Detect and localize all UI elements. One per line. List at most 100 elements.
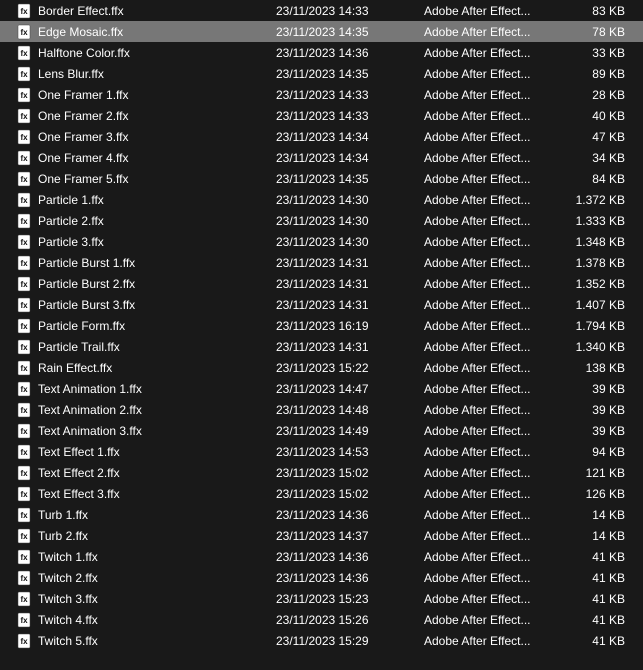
file-name: Text Effect 2.ffx (38, 466, 276, 480)
file-type: Adobe After Effect... (424, 4, 554, 18)
file-list[interactable]: fxBorder Effect.ffx23/11/2023 14:33Adobe… (0, 0, 643, 651)
file-name: Particle Burst 3.ffx (38, 298, 276, 312)
ffx-file-icon: fx (16, 465, 32, 481)
file-row[interactable]: fxEdge Mosaic.ffx23/11/2023 14:35Adobe A… (0, 21, 643, 42)
ffx-file-icon: fx (16, 66, 32, 82)
svg-text:fx: fx (20, 322, 28, 331)
file-size: 41 KB (554, 571, 625, 585)
svg-text:fx: fx (20, 406, 28, 415)
file-type: Adobe After Effect... (424, 592, 554, 606)
file-name: Particle 3.ffx (38, 235, 276, 249)
file-size: 39 KB (554, 382, 625, 396)
file-row[interactable]: fxBorder Effect.ffx23/11/2023 14:33Adobe… (0, 0, 643, 21)
file-size: 33 KB (554, 46, 625, 60)
file-type: Adobe After Effect... (424, 361, 554, 375)
ffx-file-icon: fx (16, 612, 32, 628)
file-size: 34 KB (554, 151, 625, 165)
file-name: One Framer 2.ffx (38, 109, 276, 123)
file-row[interactable]: fxParticle Trail.ffx23/11/2023 14:31Adob… (0, 336, 643, 357)
ffx-file-icon: fx (16, 570, 32, 586)
file-type: Adobe After Effect... (424, 550, 554, 564)
ffx-file-icon: fx (16, 318, 32, 334)
file-type: Adobe After Effect... (424, 277, 554, 291)
ffx-file-icon: fx (16, 45, 32, 61)
file-row[interactable]: fxParticle Burst 2.ffx23/11/2023 14:31Ad… (0, 273, 643, 294)
svg-text:fx: fx (20, 70, 28, 79)
file-date: 23/11/2023 15:29 (276, 634, 424, 648)
file-row[interactable]: fxTwitch 2.ffx23/11/2023 14:36Adobe Afte… (0, 567, 643, 588)
file-row[interactable]: fxOne Framer 3.ffx23/11/2023 14:34Adobe … (0, 126, 643, 147)
file-date: 23/11/2023 14:36 (276, 46, 424, 60)
file-size: 78 KB (554, 25, 625, 39)
file-type: Adobe After Effect... (424, 298, 554, 312)
file-row[interactable]: fxLens Blur.ffx23/11/2023 14:35Adobe Aft… (0, 63, 643, 84)
file-row[interactable]: fxTwitch 1.ffx23/11/2023 14:36Adobe Afte… (0, 546, 643, 567)
file-name: Text Animation 3.ffx (38, 424, 276, 438)
ffx-file-icon: fx (16, 24, 32, 40)
file-type: Adobe After Effect... (424, 487, 554, 501)
file-date: 23/11/2023 14:31 (276, 277, 424, 291)
file-row[interactable]: fxParticle 1.ffx23/11/2023 14:30Adobe Af… (0, 189, 643, 210)
file-name: Particle 1.ffx (38, 193, 276, 207)
file-row[interactable]: fxParticle Form.ffx23/11/2023 16:19Adobe… (0, 315, 643, 336)
ffx-file-icon: fx (16, 381, 32, 397)
file-row[interactable]: fxParticle Burst 3.ffx23/11/2023 14:31Ad… (0, 294, 643, 315)
file-row[interactable]: fxParticle 3.ffx23/11/2023 14:30Adobe Af… (0, 231, 643, 252)
ffx-file-icon: fx (16, 255, 32, 271)
file-size: 138 KB (554, 361, 625, 375)
file-row[interactable]: fxText Effect 1.ffx23/11/2023 14:53Adobe… (0, 441, 643, 462)
file-row[interactable]: fxTwitch 5.ffx23/11/2023 15:29Adobe Afte… (0, 630, 643, 651)
file-row[interactable]: fxText Animation 3.ffx23/11/2023 14:49Ad… (0, 420, 643, 441)
file-type: Adobe After Effect... (424, 613, 554, 627)
file-row[interactable]: fxText Effect 3.ffx23/11/2023 15:02Adobe… (0, 483, 643, 504)
file-name: Border Effect.ffx (38, 4, 276, 18)
ffx-file-icon: fx (16, 87, 32, 103)
file-type: Adobe After Effect... (424, 256, 554, 270)
file-row[interactable]: fxOne Framer 2.ffx23/11/2023 14:33Adobe … (0, 105, 643, 126)
file-size: 1.794 KB (554, 319, 625, 333)
file-size: 83 KB (554, 4, 625, 18)
file-row[interactable]: fxTwitch 3.ffx23/11/2023 15:23Adobe Afte… (0, 588, 643, 609)
file-size: 14 KB (554, 508, 625, 522)
file-date: 23/11/2023 14:33 (276, 109, 424, 123)
file-name: Twitch 5.ffx (38, 634, 276, 648)
file-type: Adobe After Effect... (424, 634, 554, 648)
ffx-file-icon: fx (16, 402, 32, 418)
file-size: 47 KB (554, 130, 625, 144)
svg-text:fx: fx (20, 616, 28, 625)
svg-text:fx: fx (20, 301, 28, 310)
file-row[interactable]: fxParticle 2.ffx23/11/2023 14:30Adobe Af… (0, 210, 643, 231)
file-name: One Framer 1.ffx (38, 88, 276, 102)
file-row[interactable]: fxText Effect 2.ffx23/11/2023 15:02Adobe… (0, 462, 643, 483)
file-row[interactable]: fxParticle Burst 1.ffx23/11/2023 14:31Ad… (0, 252, 643, 273)
file-row[interactable]: fxOne Framer 5.ffx23/11/2023 14:35Adobe … (0, 168, 643, 189)
ffx-file-icon: fx (16, 3, 32, 19)
svg-text:fx: fx (20, 511, 28, 520)
file-date: 23/11/2023 14:34 (276, 151, 424, 165)
ffx-file-icon: fx (16, 423, 32, 439)
file-row[interactable]: fxHalftone Color.ffx23/11/2023 14:36Adob… (0, 42, 643, 63)
file-row[interactable]: fxTurb 2.ffx23/11/2023 14:37Adobe After … (0, 525, 643, 546)
file-name: Particle Burst 1.ffx (38, 256, 276, 270)
ffx-file-icon: fx (16, 171, 32, 187)
file-type: Adobe After Effect... (424, 529, 554, 543)
svg-text:fx: fx (20, 385, 28, 394)
file-name: Text Effect 1.ffx (38, 445, 276, 459)
file-name: One Framer 4.ffx (38, 151, 276, 165)
file-row[interactable]: fxText Animation 2.ffx23/11/2023 14:48Ad… (0, 399, 643, 420)
file-name: Text Animation 2.ffx (38, 403, 276, 417)
file-row[interactable]: fxTwitch 4.ffx23/11/2023 15:26Adobe Afte… (0, 609, 643, 630)
svg-text:fx: fx (20, 154, 28, 163)
file-name: Particle Burst 2.ffx (38, 277, 276, 291)
file-name: Twitch 1.ffx (38, 550, 276, 564)
file-row[interactable]: fxTurb 1.ffx23/11/2023 14:36Adobe After … (0, 504, 643, 525)
file-row[interactable]: fxRain Effect.ffx23/11/2023 15:22Adobe A… (0, 357, 643, 378)
file-date: 23/11/2023 14:36 (276, 508, 424, 522)
file-row[interactable]: fxText Animation 1.ffx23/11/2023 14:47Ad… (0, 378, 643, 399)
file-row[interactable]: fxOne Framer 4.ffx23/11/2023 14:34Adobe … (0, 147, 643, 168)
ffx-file-icon: fx (16, 528, 32, 544)
file-type: Adobe After Effect... (424, 109, 554, 123)
svg-text:fx: fx (20, 427, 28, 436)
file-size: 28 KB (554, 88, 625, 102)
file-row[interactable]: fxOne Framer 1.ffx23/11/2023 14:33Adobe … (0, 84, 643, 105)
